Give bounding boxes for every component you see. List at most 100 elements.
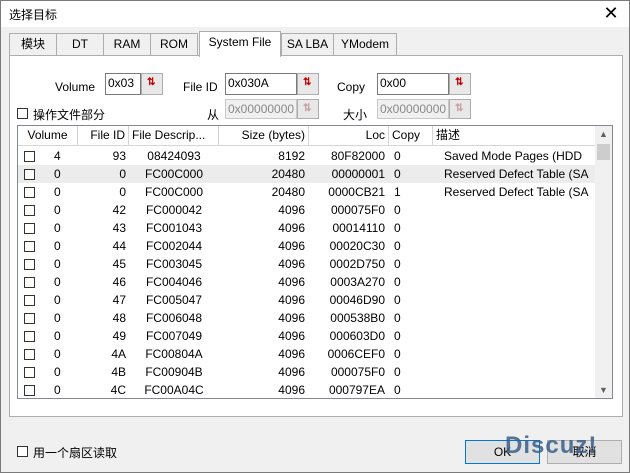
row-checkbox[interactable]	[24, 313, 35, 324]
tab-system-file[interactable]: System File	[199, 31, 281, 57]
size-spinner[interactable]: ⇅	[449, 99, 471, 119]
row-checkbox[interactable]	[24, 223, 35, 234]
cell-desc: FC005047	[145, 293, 203, 307]
table-row[interactable]: 0 4C FC00A04C 4096 000797EA 0	[18, 381, 595, 398]
table-row[interactable]: 0 49 FC007049 4096 000603D0 0	[18, 327, 595, 345]
cell-copy: 0	[394, 329, 401, 343]
cell-volume: 0	[54, 239, 61, 253]
cell-desc: FC006048	[145, 311, 203, 325]
row-checkbox[interactable]	[24, 187, 35, 198]
vertical-scrollbar[interactable]: ▲ ▼	[595, 126, 612, 398]
cell-loc: 00046D90	[329, 293, 385, 307]
table-row[interactable]: 0 0 FC00C000 20480 00000001 0 Reserved Defect …	[18, 165, 595, 183]
cell-file-id: 0	[119, 167, 126, 181]
cell-volume: 0	[54, 257, 61, 271]
row-checkbox[interactable]	[24, 205, 35, 216]
cell-volume: 0	[54, 347, 61, 361]
table-row[interactable]: 0 48 FC006048 4096 000538B0 0	[18, 309, 595, 327]
row-checkbox[interactable]	[24, 151, 35, 162]
col-copy[interactable]: Copy	[389, 126, 433, 145]
col-size[interactable]: Size (bytes)	[219, 126, 309, 145]
cell-copy: 0	[394, 383, 401, 397]
cell-file-id: 44	[112, 239, 126, 253]
partial-file-checkbox[interactable]	[17, 108, 28, 119]
table-row[interactable]: 0 0 FC00C000 20480 0000CB21 1 Reserved Defect …	[18, 183, 595, 201]
cell-file-id: 0	[119, 185, 126, 199]
row-checkbox[interactable]	[24, 367, 35, 378]
col-description[interactable]: 描述	[433, 126, 595, 145]
cell-loc: 000075F0	[330, 203, 385, 217]
table-row[interactable]: 0 4A FC00804A 4096 0006CEF0 0	[18, 345, 595, 363]
tab-ram[interactable]: RAM	[103, 33, 151, 55]
cell-volume: 0	[54, 365, 61, 379]
volume-spinner[interactable]: ⇅	[141, 73, 163, 95]
volume-input[interactable]: 0x03	[105, 73, 141, 95]
cell-size: 20480	[271, 167, 305, 181]
table-row[interactable]: 4 93 08424093 8192 80F82000 0 Saved Mode Pages…	[18, 147, 595, 165]
tab-rom[interactable]: ROM	[150, 33, 198, 55]
cell-copy: 0	[394, 275, 401, 289]
row-checkbox[interactable]	[24, 331, 35, 342]
fileid-spinner[interactable]: ⇅	[297, 73, 319, 95]
tab-sa-lba[interactable]: SA LBA	[281, 33, 334, 55]
fileid-input[interactable]: 0x030A	[225, 73, 297, 95]
table-row[interactable]: 0 46 FC004046 4096 0003A270 0	[18, 273, 595, 291]
spin-arrows-icon: ⇅	[303, 77, 312, 88]
table-row[interactable]: 0 42 FC000042 4096 000075F0 0	[18, 201, 595, 219]
cell-note	[444, 363, 595, 381]
cell-file-id: 43	[112, 221, 126, 235]
window-title: 选择目标	[9, 8, 58, 22]
copy-label: Copy	[337, 80, 366, 94]
single-sector-checkbox[interactable]	[17, 446, 28, 457]
cell-note	[444, 291, 595, 309]
from-spinner[interactable]: ⇅	[297, 99, 319, 119]
table-row[interactable]: 0 45 FC003045 4096 0002D750 0	[18, 255, 595, 273]
cell-desc: FC00A04C	[144, 383, 204, 397]
tab-ymodem[interactable]: YModem	[333, 33, 397, 55]
row-checkbox[interactable]	[24, 277, 35, 288]
copy-input[interactable]: 0x00	[377, 73, 449, 95]
partial-file-label: 操作文件部分	[33, 108, 106, 122]
cell-size: 4096	[278, 293, 305, 307]
cell-note	[444, 345, 595, 363]
cell-desc: FC003045	[145, 257, 203, 271]
col-file-descriptor[interactable]: File Descrip...	[129, 126, 219, 145]
scroll-thumb[interactable]	[597, 144, 610, 160]
cell-size: 4096	[278, 275, 305, 289]
forum-watermark: Discuz!	[505, 432, 598, 459]
row-checkbox[interactable]	[24, 169, 35, 180]
table-row[interactable]: 0 4B FC00904B 4096 000075F0 0	[18, 363, 595, 381]
scroll-down-icon[interactable]: ▼	[599, 385, 608, 395]
system-file-table: Volume File ID File Descrip... Size (byt…	[17, 125, 613, 399]
col-volume[interactable]: Volume	[18, 126, 78, 145]
cell-desc: FC00C000	[144, 185, 204, 199]
cell-loc: 0002D750	[329, 257, 385, 271]
cell-desc: FC00904B	[145, 365, 203, 379]
cell-file-id: 46	[112, 275, 126, 289]
from-input[interactable]: 0x00000000	[225, 99, 297, 119]
copy-spinner[interactable]: ⇅	[449, 73, 471, 95]
tab-dt[interactable]: DT	[56, 33, 104, 55]
cell-copy: 1	[394, 185, 401, 199]
row-checkbox[interactable]	[24, 259, 35, 270]
cell-loc: 000075F0	[330, 365, 385, 379]
cell-volume: 0	[54, 383, 61, 397]
cell-size: 4096	[278, 239, 305, 253]
table-row[interactable]: 0 43 FC001043 4096 00014110 0	[18, 219, 595, 237]
spin-arrows-icon: ⇅	[303, 103, 312, 114]
row-checkbox[interactable]	[24, 385, 35, 396]
row-checkbox[interactable]	[24, 241, 35, 252]
size-input[interactable]: 0x00000000	[377, 99, 449, 119]
row-checkbox[interactable]	[24, 349, 35, 360]
col-file-id[interactable]: File ID	[78, 126, 129, 145]
cell-loc: 0003A270	[330, 275, 385, 289]
cell-note	[444, 237, 595, 255]
col-loc[interactable]: Loc	[309, 126, 389, 145]
spin-arrows-icon: ⇅	[455, 103, 464, 114]
row-checkbox[interactable]	[24, 295, 35, 306]
table-row[interactable]: 0 44 FC002044 4096 00020C30 0	[18, 237, 595, 255]
tab-module[interactable]: 模块	[9, 33, 57, 55]
table-row[interactable]: 0 47 FC005047 4096 00046D90 0	[18, 291, 595, 309]
scroll-up-icon[interactable]: ▲	[599, 129, 608, 139]
close-icon[interactable]: ✕	[601, 3, 621, 23]
